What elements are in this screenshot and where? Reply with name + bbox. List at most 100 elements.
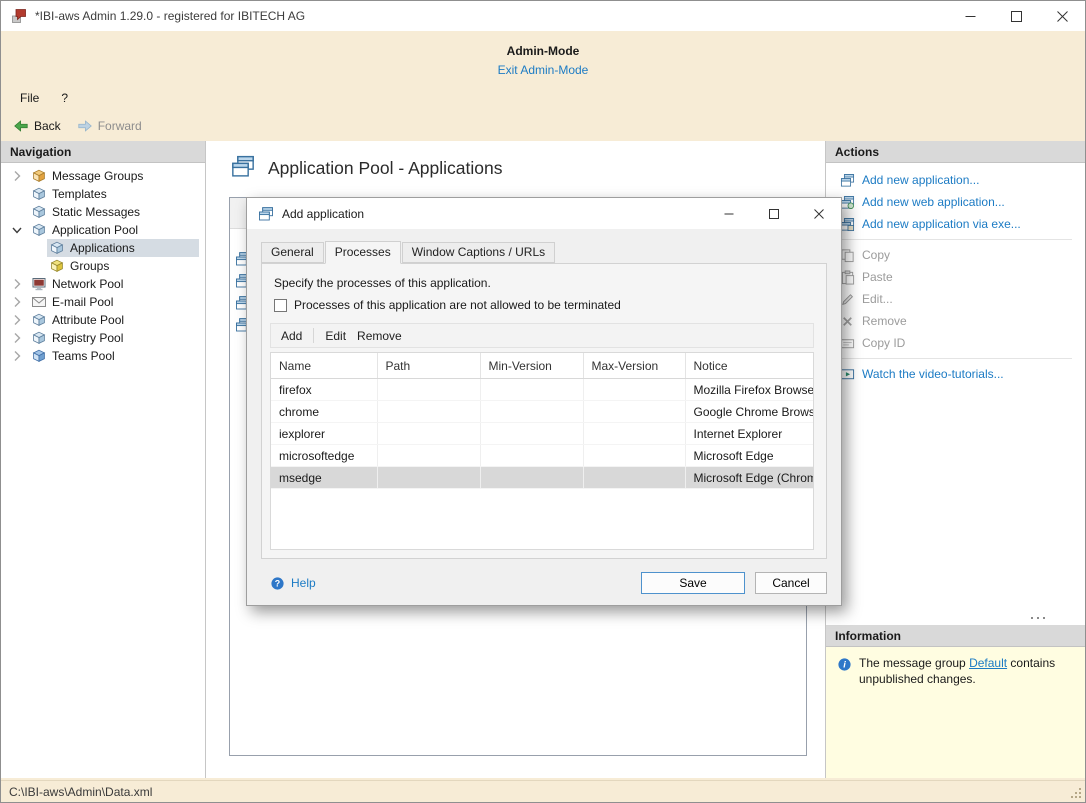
panel-splitter[interactable] — [826, 611, 1085, 625]
tree-item-content: Groups — [47, 257, 199, 275]
cell-notice: Mozilla Firefox Browser — [685, 378, 813, 401]
save-button[interactable]: Save — [641, 572, 745, 594]
process-row-firefox[interactable]: firefox Mozilla Firefox Browser — [271, 378, 813, 401]
cell-notice: Google Chrome Browser — [685, 400, 813, 423]
remove-process-button[interactable]: Remove — [357, 329, 402, 343]
column-header-max-version[interactable]: Max-Version — [583, 353, 686, 379]
process-row-iexplorer[interactable]: iexplorer Internet Explorer — [271, 422, 813, 445]
window-titlebar[interactable]: *IBI-aws Admin 1.29.0 - registered for I… — [1, 1, 1085, 32]
help-link[interactable]: ? Help — [269, 575, 316, 591]
tab-processes[interactable]: Processes — [324, 241, 401, 264]
exit-admin-mode-link[interactable]: Exit Admin-Mode — [498, 63, 589, 77]
dialog-close-button[interactable] — [796, 198, 841, 229]
close-button[interactable] — [1039, 1, 1085, 31]
action-add-new-application[interactable]: Add new application... — [826, 169, 1085, 191]
chevron-right-icon[interactable] — [9, 294, 29, 310]
help-label: Help — [291, 576, 316, 590]
application-pool-icon — [31, 222, 47, 238]
sidebar-item-message-groups[interactable]: Message Groups — [1, 167, 205, 185]
add-application-dialog: Add application General Processes Window… — [246, 197, 842, 606]
cell-name: chrome — [271, 400, 378, 423]
action-paste[interactable]: Paste — [826, 266, 1085, 288]
action-copy-id[interactable]: Copy ID — [826, 332, 1085, 354]
minimize-button[interactable] — [947, 1, 993, 31]
chevron-down-icon[interactable] — [9, 222, 29, 238]
sidebar-item-registry-pool[interactable]: Registry Pool — [1, 329, 205, 347]
tree-item-label: Attribute Pool — [52, 313, 125, 327]
tab-general[interactable]: General — [261, 242, 324, 263]
menu-bar: File ? — [1, 85, 1085, 111]
chevron-right-icon[interactable] — [9, 276, 29, 292]
column-header-min-version[interactable]: Min-Version — [480, 353, 584, 379]
sidebar-item-application-pool[interactable]: Application Pool — [1, 221, 205, 239]
sidebar-item-groups[interactable]: Groups — [1, 257, 205, 275]
action-label: Paste — [862, 270, 893, 284]
sidebar-item-applications[interactable]: Applications — [1, 239, 205, 257]
tree-item-content: Applications — [47, 239, 199, 257]
action-copy[interactable]: Copy — [826, 244, 1085, 266]
sidebar-item-templates[interactable]: Templates — [1, 185, 205, 203]
sidebar-item-teams-pool[interactable]: Teams Pool — [1, 347, 205, 365]
dialog-maximize-button[interactable] — [751, 198, 796, 229]
chevron-right-icon[interactable] — [9, 330, 29, 346]
cell-min-version — [480, 466, 584, 489]
cell-path — [377, 466, 481, 489]
terminate-checkbox[interactable] — [274, 298, 287, 312]
process-row-msedge[interactable]: msedge Microsoft Edge (Chrom... — [271, 466, 813, 489]
default-message-group-link[interactable]: Default — [969, 656, 1007, 670]
dialog-titlebar[interactable]: Add application — [247, 198, 841, 229]
edit-process-button[interactable]: Edit — [325, 329, 346, 343]
chevron-right-icon[interactable] — [9, 312, 29, 328]
action-watch-video-tutorials[interactable]: Watch the video-tutorials... — [826, 363, 1085, 385]
dialog-minimize-button[interactable] — [706, 198, 751, 229]
process-row-chrome[interactable]: chrome Google Chrome Browser — [271, 400, 813, 423]
sidebar-item-attribute-pool[interactable]: Attribute Pool — [1, 311, 205, 329]
sidebar-item-static-messages[interactable]: Static Messages — [1, 203, 205, 221]
action-label: Add new application... — [862, 173, 980, 187]
tree-item-content: Message Groups — [29, 167, 199, 185]
chevron-right-icon[interactable] — [9, 348, 29, 364]
chevron-right-icon[interactable] — [9, 168, 29, 184]
dialog-controls — [706, 198, 841, 229]
resize-grip-icon[interactable] — [1070, 787, 1083, 800]
cell-notice: Internet Explorer — [685, 422, 813, 445]
cancel-button[interactable]: Cancel — [755, 572, 827, 594]
email-pool-icon — [31, 294, 47, 310]
column-header-notice[interactable]: Notice — [685, 353, 813, 379]
terminate-checkbox-row: Processes of this application are not al… — [274, 298, 621, 312]
tree-item-label: Registry Pool — [52, 331, 124, 345]
action-label: Watch the video-tutorials... — [862, 367, 1004, 381]
maximize-button[interactable] — [993, 1, 1039, 31]
teams-pool-icon — [31, 348, 47, 364]
cell-path — [377, 400, 481, 423]
terminate-checkbox-label: Processes of this application are not al… — [294, 298, 621, 312]
information-box: i The message group Default contains unp… — [826, 647, 1085, 778]
navigation-toolbar: Back Forward — [1, 111, 1085, 141]
action-add-new-application-via-exe[interactable]: Add new application via exe... — [826, 213, 1085, 235]
column-header-path[interactable]: Path — [377, 353, 481, 379]
process-row-microsoftedge[interactable]: microsoftedge Microsoft Edge — [271, 444, 813, 467]
menu-help[interactable]: ? — [50, 87, 79, 109]
tree-item-content: Teams Pool — [29, 347, 199, 365]
tree-item-label: Groups — [70, 259, 110, 273]
back-button[interactable]: Back — [13, 118, 61, 134]
add-application-icon — [839, 172, 855, 188]
sidebar-item-network-pool[interactable]: Network Pool — [1, 275, 205, 293]
action-remove[interactable]: Remove — [826, 310, 1085, 332]
information-text: The message group Default contains unpub… — [859, 656, 1064, 688]
tree-item-label: E-mail Pool — [52, 295, 114, 309]
forward-button[interactable]: Forward — [77, 118, 142, 134]
tree-item-label: Network Pool — [52, 277, 124, 291]
tab-window-captions-urls[interactable]: Window Captions / URLs — [401, 242, 556, 263]
add-process-button[interactable]: Add — [281, 329, 302, 343]
cell-min-version — [480, 422, 584, 445]
sidebar-item-email-pool[interactable]: E-mail Pool — [1, 293, 205, 311]
column-header-name[interactable]: Name — [271, 353, 378, 379]
action-add-new-web-application[interactable]: Add new web application... — [826, 191, 1085, 213]
menu-file[interactable]: File — [9, 87, 50, 109]
back-label: Back — [34, 119, 61, 133]
action-label: Add new application via exe... — [862, 217, 1021, 231]
page-title-icon — [229, 154, 257, 182]
action-edit[interactable]: Edit... — [826, 288, 1085, 310]
cell-path — [377, 378, 481, 401]
